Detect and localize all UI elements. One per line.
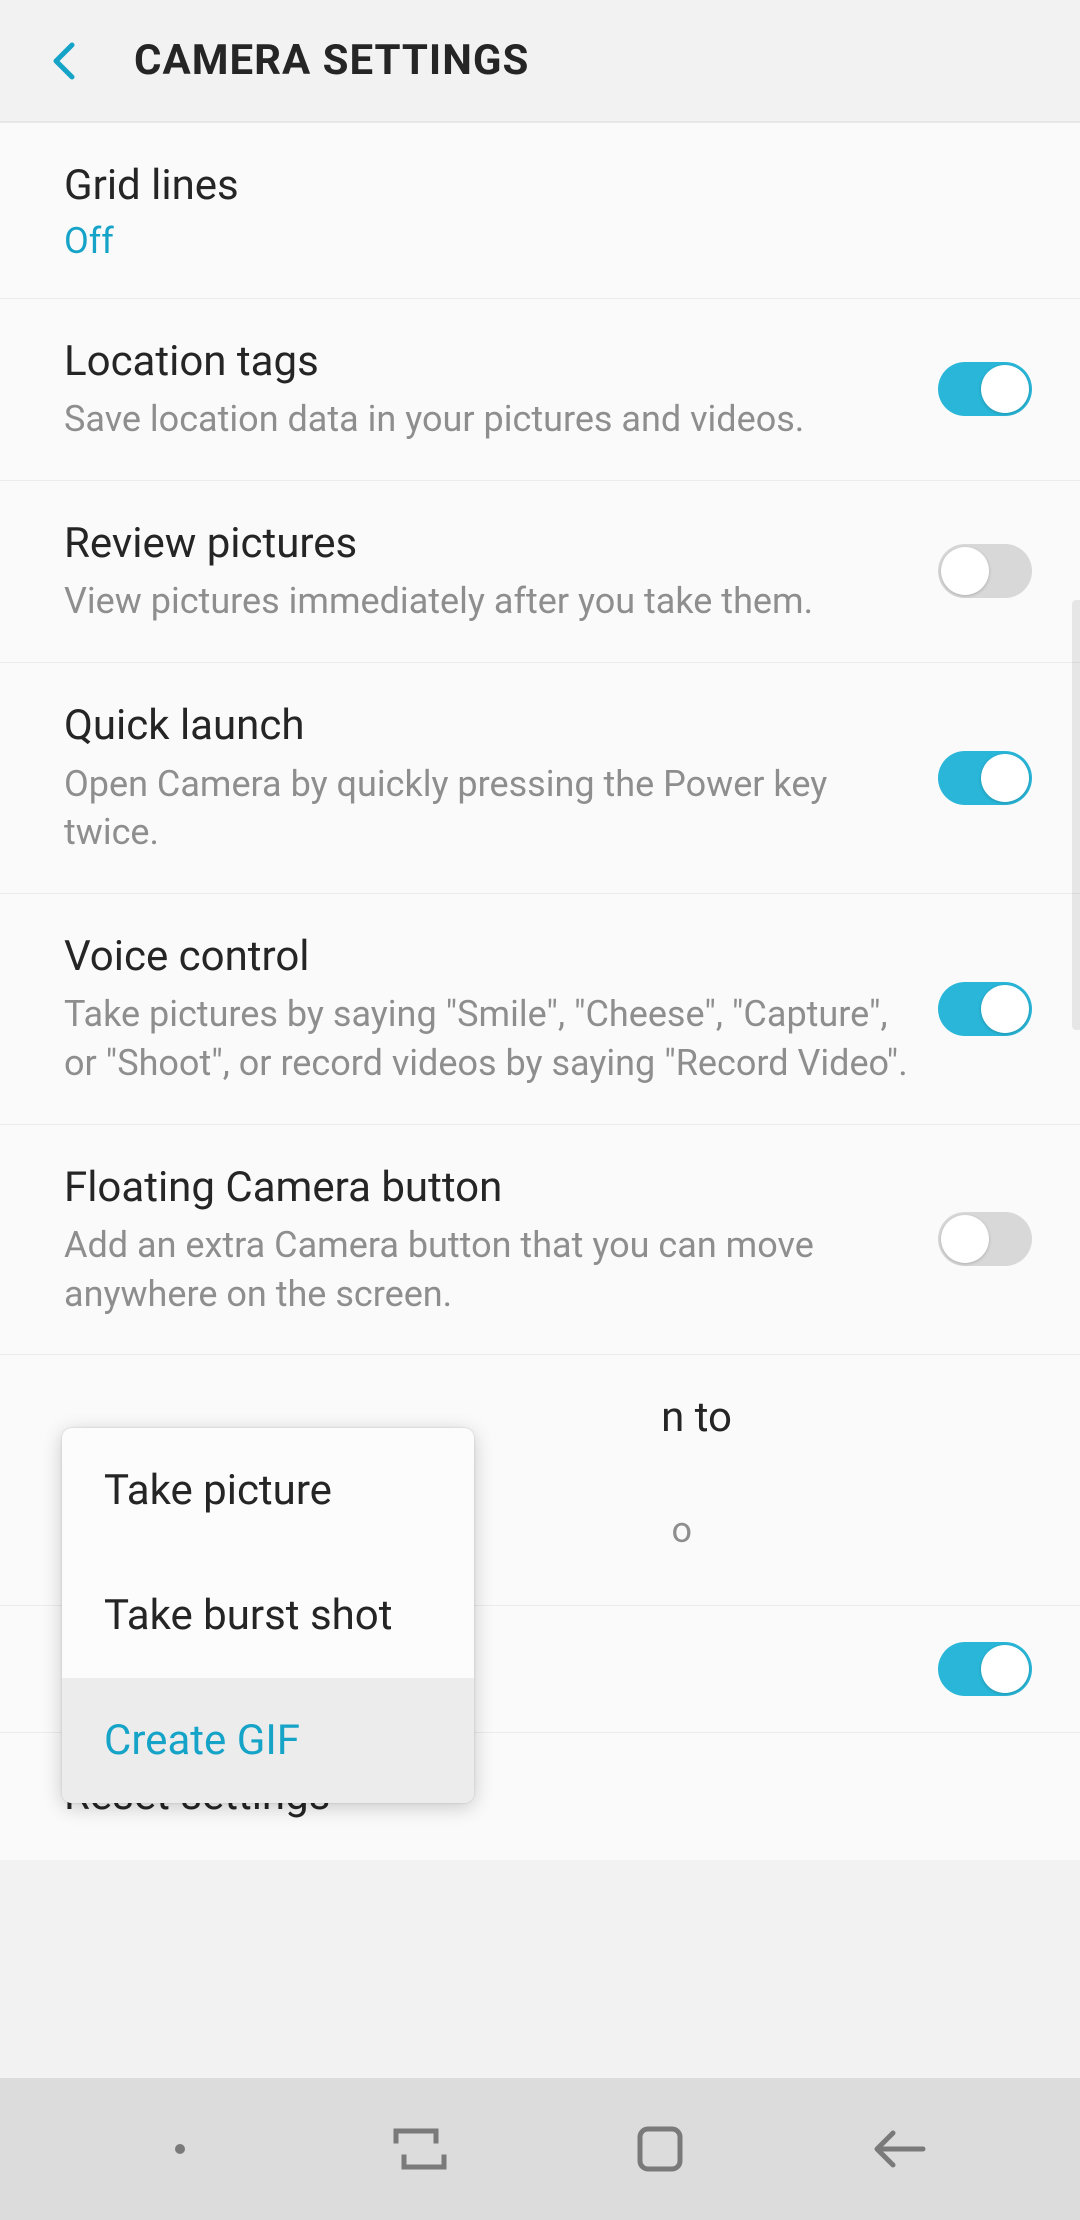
toggle-thumb bbox=[941, 547, 989, 595]
popup-item-take-burst[interactable]: Take burst shot bbox=[62, 1553, 474, 1678]
setting-grid-lines[interactable]: Grid lines Off bbox=[0, 123, 1080, 299]
toggle-thumb bbox=[981, 985, 1029, 1033]
setting-subtitle: Save location data in your pictures and … bbox=[64, 395, 908, 444]
setting-title: Grid lines bbox=[64, 159, 1002, 214]
nav-home-icon[interactable] bbox=[630, 2119, 690, 2179]
setting-title: Location tags bbox=[64, 335, 908, 390]
setting-location-tags[interactable]: Location tags Save location data in your… bbox=[0, 299, 1080, 481]
toggle-location-tags[interactable] bbox=[938, 362, 1032, 416]
setting-value: Off bbox=[64, 220, 1002, 262]
setting-title: Review pictures bbox=[64, 517, 908, 572]
setting-subtitle: Open Camera by quickly pressing the Powe… bbox=[64, 760, 908, 857]
toggle-voice-control[interactable] bbox=[938, 982, 1032, 1036]
back-icon[interactable] bbox=[44, 41, 84, 81]
setting-review-pictures[interactable]: Review pictures View pictures immediatel… bbox=[0, 481, 1080, 663]
scroll-indicator[interactable] bbox=[1072, 600, 1080, 1030]
toggle-quick-launch[interactable] bbox=[938, 751, 1032, 805]
nav-recents-icon[interactable] bbox=[390, 2119, 450, 2179]
nav-back-icon[interactable] bbox=[870, 2119, 930, 2179]
toggle-thumb bbox=[981, 365, 1029, 413]
setting-floating-button[interactable]: Floating Camera button Add an extra Came… bbox=[0, 1125, 1080, 1356]
toggle-thumb bbox=[981, 754, 1029, 802]
setting-title: Voice control bbox=[64, 930, 908, 985]
toggle-thumb bbox=[981, 1645, 1029, 1693]
setting-quick-launch[interactable]: Quick launch Open Camera by quickly pres… bbox=[0, 663, 1080, 894]
setting-title: Quick launch bbox=[64, 699, 908, 754]
page-title: CAMERA SETTINGS bbox=[134, 36, 529, 85]
popup-menu: Take picture Take burst shot Create GIF bbox=[62, 1428, 474, 1803]
toggle-review-pictures[interactable] bbox=[938, 544, 1032, 598]
setting-subtitle: Add an extra Camera button that you can … bbox=[64, 1221, 908, 1318]
setting-subtitle: View pictures immediately after you take… bbox=[64, 577, 908, 626]
setting-title: Floating Camera button bbox=[64, 1161, 908, 1216]
popup-item-create-gif[interactable]: Create GIF bbox=[62, 1678, 474, 1803]
header: CAMERA SETTINGS bbox=[0, 0, 1080, 122]
popup-item-take-picture[interactable]: Take picture bbox=[62, 1428, 474, 1553]
toggle-shutter-sound[interactable] bbox=[938, 1642, 1032, 1696]
setting-subtitle: Take pictures by saying "Smile", "Cheese… bbox=[64, 990, 908, 1087]
navigation-bar bbox=[0, 2078, 1080, 2220]
nav-hide-icon[interactable] bbox=[150, 2119, 210, 2179]
toggle-thumb bbox=[941, 1215, 989, 1263]
toggle-floating-button[interactable] bbox=[938, 1212, 1032, 1266]
setting-voice-control[interactable]: Voice control Take pictures by saying "S… bbox=[0, 894, 1080, 1125]
